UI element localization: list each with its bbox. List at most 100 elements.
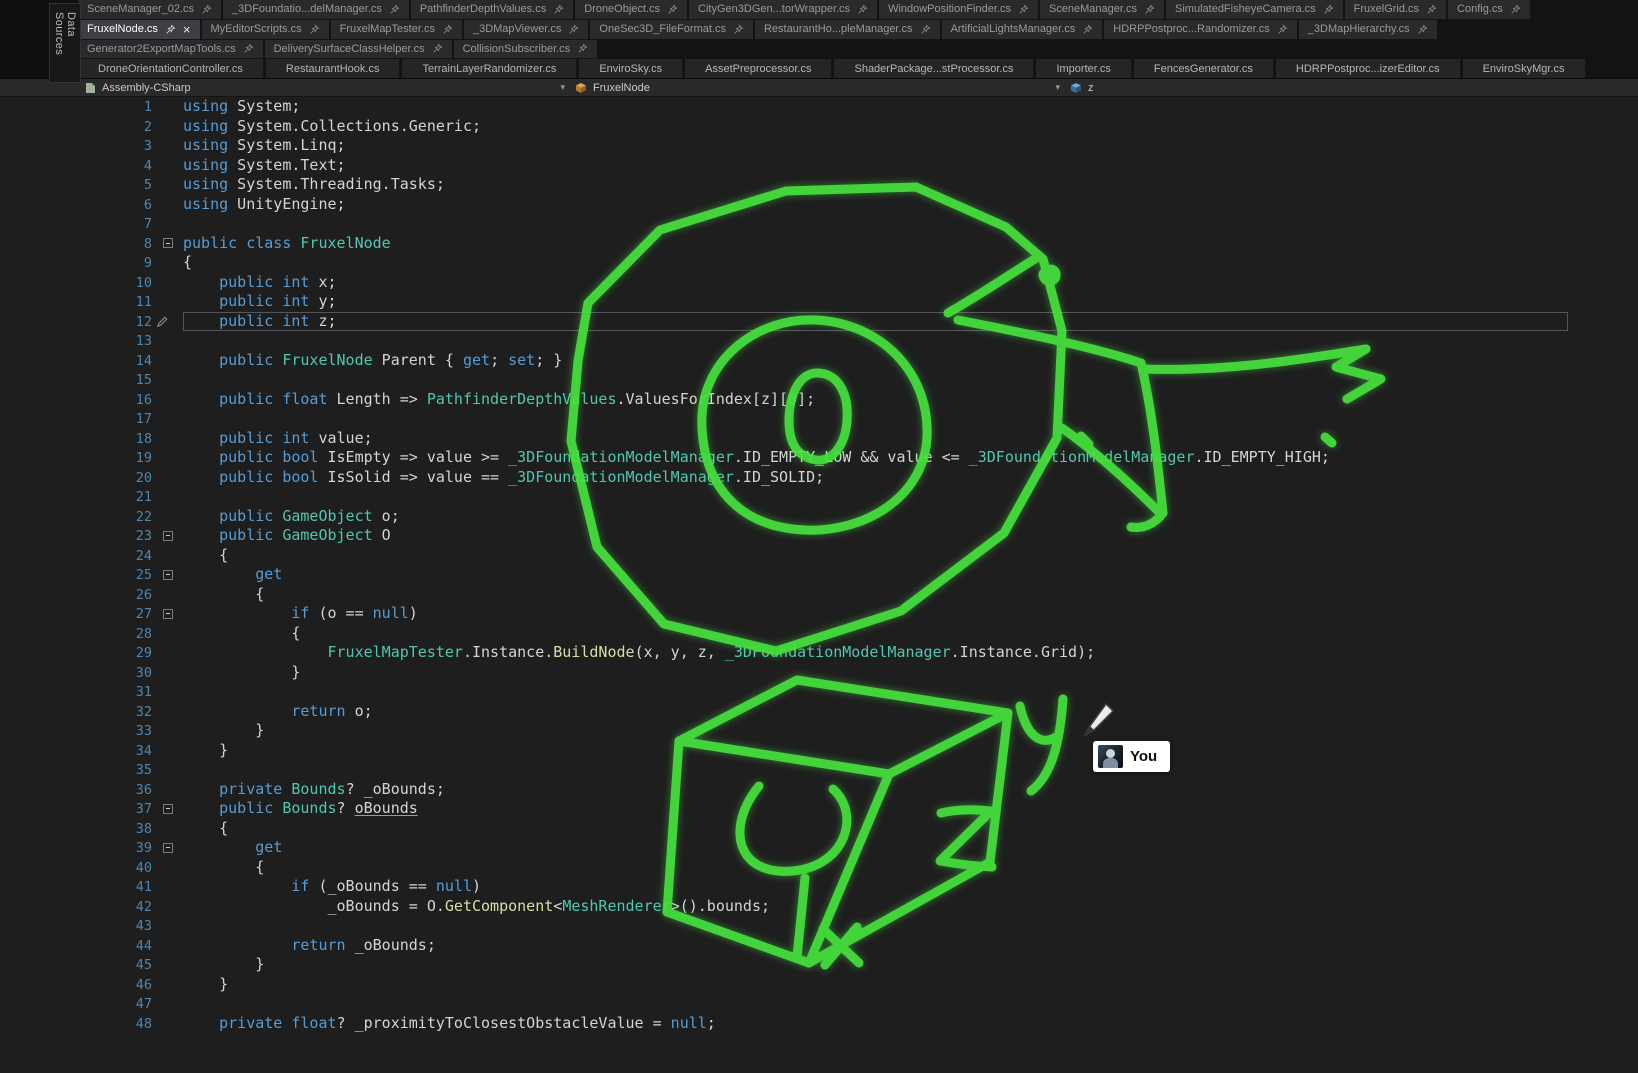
line-number[interactable]: 2	[0, 117, 152, 137]
line-number[interactable]: 6	[0, 195, 152, 215]
editor-tab[interactable]: FruxelMapTester.cs	[331, 20, 462, 39]
editor-tab[interactable]: ArtificialLightsManager.cs	[942, 20, 1103, 39]
code-line[interactable]: 40 {	[0, 858, 1638, 878]
line-number[interactable]: 24	[0, 546, 152, 566]
pin-icon[interactable]	[442, 24, 453, 35]
line-number[interactable]: 34	[0, 741, 152, 761]
editor-tab[interactable]: _3DMapViewer.cs	[464, 20, 588, 39]
code-line[interactable]: 15	[0, 370, 1638, 390]
pin-icon[interactable]	[568, 24, 579, 35]
pin-icon[interactable]	[201, 4, 212, 15]
pin-icon[interactable]	[1510, 4, 1521, 15]
line-number[interactable]: 4	[0, 156, 152, 176]
chevron-down-icon[interactable]: ▾	[1055, 82, 1060, 93]
editor-tab[interactable]: Importer.cs	[1036, 59, 1131, 78]
line-number[interactable]: 25	[0, 565, 152, 585]
code-line[interactable]: 36 private Bounds? _oBounds;	[0, 780, 1638, 800]
code-line[interactable]: 5using System.Threading.Tasks;	[0, 175, 1638, 195]
line-number[interactable]: 28	[0, 624, 152, 644]
line-number[interactable]: 48	[0, 1014, 152, 1034]
pin-icon[interactable]	[1277, 24, 1288, 35]
pin-icon[interactable]	[920, 24, 931, 35]
editor-tab[interactable]: RestaurantHo...pleManager.cs	[755, 20, 940, 39]
line-number[interactable]: 36	[0, 780, 152, 800]
code-line[interactable]: 13	[0, 331, 1638, 351]
pin-icon[interactable]	[243, 43, 254, 54]
editor-tab[interactable]: DeliverySurfaceClassHelper.cs	[265, 40, 452, 59]
fold-marker-icon[interactable]	[163, 843, 173, 853]
line-number[interactable]: 17	[0, 409, 152, 429]
line-number[interactable]: 18	[0, 429, 152, 449]
pin-icon[interactable]	[667, 4, 678, 15]
line-number[interactable]: 7	[0, 214, 152, 234]
code-line[interactable]: 27 if (o == null)	[0, 604, 1638, 624]
line-number[interactable]: 8	[0, 234, 152, 254]
code-line[interactable]: 17	[0, 409, 1638, 429]
editor-tab[interactable]: TerrainLayerRandomizer.cs	[402, 59, 577, 78]
chevron-down-icon[interactable]: ▾	[560, 82, 565, 93]
code-line[interactable]: 47	[0, 994, 1638, 1014]
code-line[interactable]: 18 public int value;	[0, 429, 1638, 449]
pin-icon[interactable]	[857, 4, 868, 15]
line-number[interactable]: 13	[0, 331, 152, 351]
code-line[interactable]: 6using UnityEngine;	[0, 195, 1638, 215]
code-line[interactable]: 39 get	[0, 838, 1638, 858]
line-number[interactable]: 37	[0, 799, 152, 819]
line-number[interactable]: 30	[0, 663, 152, 683]
fold-marker-icon[interactable]	[163, 531, 173, 541]
editor-tab[interactable]: HDRPPostproc...izerEditor.cs	[1276, 59, 1461, 78]
editor-tab[interactable]: AssetPreprocessor.cs	[685, 59, 832, 78]
line-number[interactable]: 45	[0, 955, 152, 975]
editor-tab[interactable]: FruxelGrid.cs	[1345, 0, 1446, 19]
line-number[interactable]: 14	[0, 351, 152, 371]
line-number[interactable]: 15	[0, 370, 152, 390]
line-number[interactable]: 46	[0, 975, 152, 995]
line-number[interactable]: 20	[0, 468, 152, 488]
editor-tab[interactable]: HDRPPostproc...Randomizer.cs	[1104, 20, 1297, 39]
code-line[interactable]: 1using System;	[0, 97, 1638, 117]
line-number[interactable]: 42	[0, 897, 152, 917]
editor-tab[interactable]: CollisionSubscriber.cs	[454, 40, 598, 59]
editor-tab[interactable]: SceneManager.cs	[1040, 0, 1164, 19]
editor-tab[interactable]: _3DMapHierarchy.cs	[1299, 20, 1437, 39]
editor-tab[interactable]: DroneOrientationController.cs	[78, 59, 264, 78]
line-number[interactable]: 21	[0, 487, 152, 507]
pin-icon[interactable]	[1082, 24, 1093, 35]
code-line[interactable]: 30 }	[0, 663, 1638, 683]
code-line[interactable]: 38 {	[0, 819, 1638, 839]
line-number[interactable]: 19	[0, 448, 152, 468]
pin-icon[interactable]	[1417, 24, 1428, 35]
line-number[interactable]: 47	[0, 994, 152, 1014]
editor-tab[interactable]: DroneObject.cs	[575, 0, 687, 19]
code-line[interactable]: 21	[0, 487, 1638, 507]
editor-tab[interactable]: MyEditorScripts.cs	[202, 20, 329, 39]
code-line[interactable]: 44 return _oBounds;	[0, 936, 1638, 956]
line-number[interactable]: 32	[0, 702, 152, 722]
pin-icon[interactable]	[577, 43, 588, 54]
line-number[interactable]: 1	[0, 97, 152, 117]
fold-marker-icon[interactable]	[163, 609, 173, 619]
editor-tab[interactable]: _3DFoundatio...delManager.cs	[223, 0, 409, 19]
pin-icon[interactable]	[553, 4, 564, 15]
code-line[interactable]: 8public class FruxelNode	[0, 234, 1638, 254]
code-line[interactable]: 10 public int x;	[0, 273, 1638, 293]
editor-tab[interactable]: EnviroSky.cs	[579, 59, 683, 78]
line-number[interactable]: 23	[0, 526, 152, 546]
line-number[interactable]: 9	[0, 253, 152, 273]
code-line[interactable]: 22 public GameObject o;	[0, 507, 1638, 527]
line-number[interactable]: 35	[0, 760, 152, 780]
code-line[interactable]: 42 _oBounds = O.GetComponent<MeshRendere…	[0, 897, 1638, 917]
line-number[interactable]: 22	[0, 507, 152, 527]
line-number[interactable]: 39	[0, 838, 152, 858]
code-line[interactable]: 33 }	[0, 721, 1638, 741]
editor-tab[interactable]: RestaurantHook.cs	[266, 59, 401, 78]
member-dropdown[interactable]: z	[1065, 79, 1638, 96]
type-dropdown[interactable]: FruxelNode ▾	[570, 79, 1065, 96]
code-editor[interactable]: 1using System;2using System.Collections.…	[0, 97, 1638, 1073]
editor-tab[interactable]: OneSec3D_FileFormat.cs	[590, 20, 753, 39]
code-line[interactable]: 2using System.Collections.Generic;	[0, 117, 1638, 137]
code-line[interactable]: 7	[0, 214, 1638, 234]
code-line[interactable]: 34 }	[0, 741, 1638, 761]
code-line[interactable]: 23 public GameObject O	[0, 526, 1638, 546]
line-number[interactable]: 5	[0, 175, 152, 195]
